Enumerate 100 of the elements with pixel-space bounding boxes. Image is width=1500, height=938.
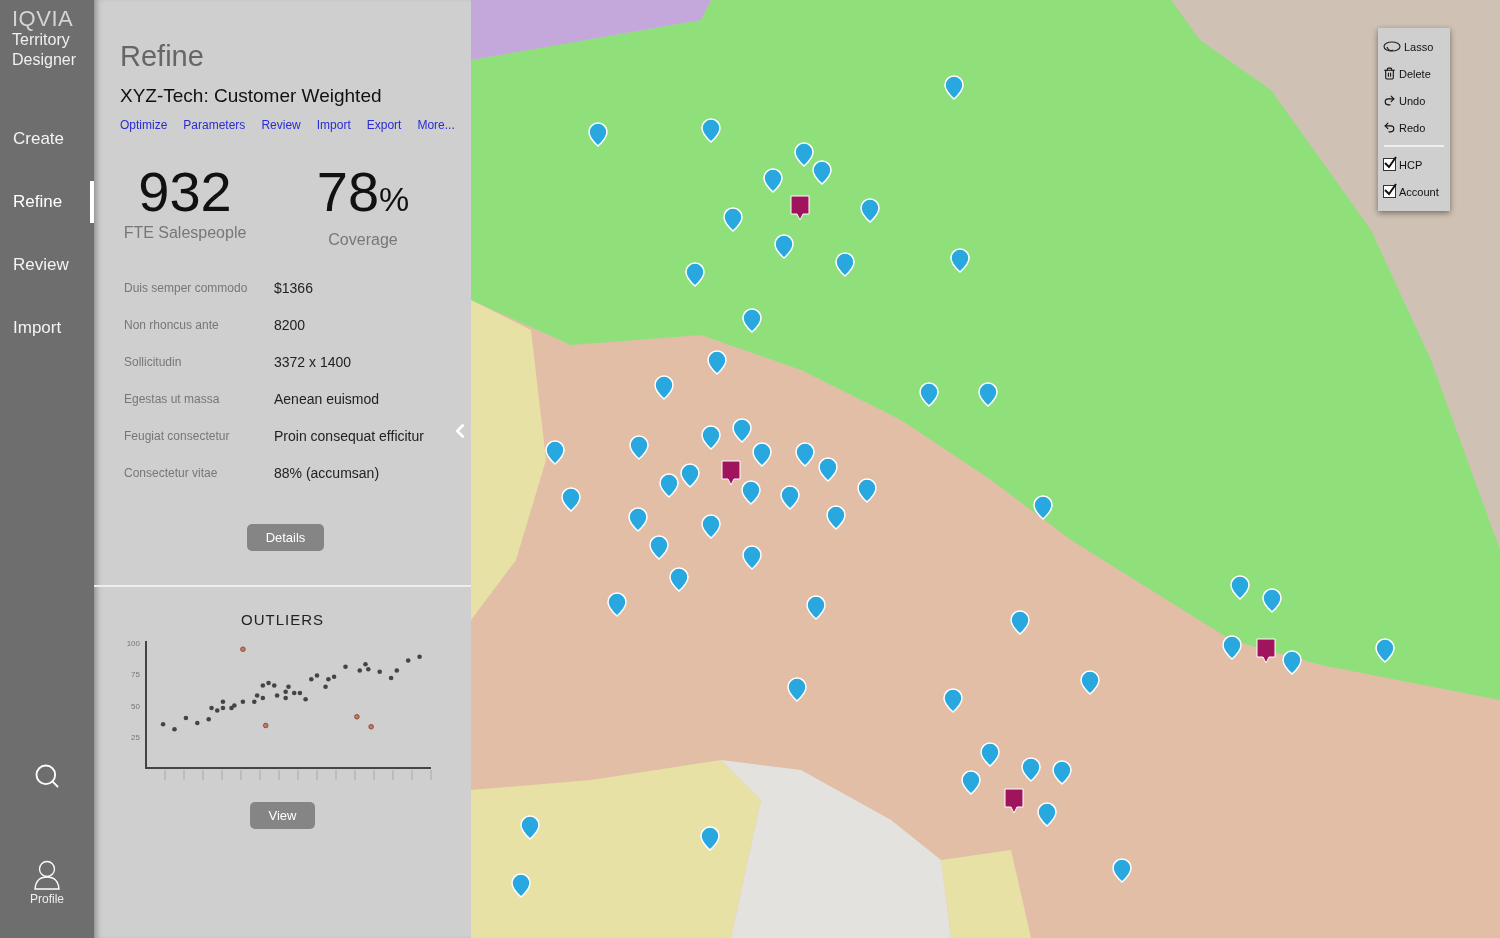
action-link[interactable]: Import	[316, 118, 351, 132]
detail-value: Aenean euismod	[274, 390, 381, 409]
map-pin-icon[interactable]	[700, 826, 720, 851]
map-pin-icon[interactable]	[588, 122, 608, 147]
map-pin-icon[interactable]	[944, 75, 964, 100]
map-pin-icon[interactable]	[1262, 588, 1282, 613]
checkbox-item[interactable]: Account	[1378, 178, 1450, 205]
stat-value: 78%	[316, 162, 410, 225]
map-pin-icon[interactable]	[1282, 650, 1302, 675]
detail-value: 8200	[274, 316, 307, 335]
map-pin-icon[interactable]	[787, 677, 807, 702]
profile-button[interactable]: Profile	[30, 860, 64, 906]
map-pin-icon[interactable]	[961, 770, 981, 795]
map-pin-icon[interactable]	[511, 873, 531, 898]
map-pin-icon[interactable]	[742, 308, 762, 333]
map-pin-icon[interactable]	[732, 418, 752, 443]
map-pin-icon[interactable]	[669, 567, 689, 592]
trash-icon	[1383, 67, 1396, 80]
action-link[interactable]: Export	[366, 118, 402, 132]
detail-value: 3372 x 1400	[274, 353, 353, 372]
search-icon[interactable]	[33, 762, 61, 790]
detail-label: Non rhoncus ante	[124, 317, 220, 334]
map-pin-icon[interactable]	[1037, 802, 1057, 827]
checkbox[interactable]	[1383, 158, 1396, 171]
nav-item[interactable]: Review	[0, 244, 94, 286]
panel-title: Refine	[120, 40, 205, 73]
map-pin-icon[interactable]	[561, 487, 581, 512]
map-pin-icon[interactable]	[545, 440, 565, 465]
chart-title: OUTLIERS	[241, 611, 324, 628]
stat-value: 932	[138, 162, 232, 222]
office-marker-icon[interactable]	[1004, 788, 1024, 814]
office-marker-icon[interactable]	[790, 195, 810, 221]
office-marker-icon[interactable]	[721, 460, 741, 486]
lasso-icon	[1383, 40, 1401, 53]
map-pin-icon[interactable]	[659, 473, 679, 498]
map-pin-icon[interactable]	[1010, 610, 1030, 635]
stat-label: FTE Salespeople	[123, 224, 247, 242]
map-pin-icon[interactable]	[978, 382, 998, 407]
map-pin-icon[interactable]	[763, 168, 783, 193]
action-link[interactable]: Review	[261, 118, 301, 132]
details-button[interactable]: Details	[246, 524, 325, 551]
tool-button[interactable]: Delete	[1378, 60, 1450, 87]
map-pin-icon[interactable]	[812, 160, 832, 185]
nav-item[interactable]: Create	[0, 118, 94, 160]
map-pin-icon[interactable]	[943, 688, 963, 713]
map-pin-icon[interactable]	[980, 742, 1000, 767]
map-pin-icon[interactable]	[628, 507, 648, 532]
view-button[interactable]: View	[249, 802, 316, 829]
map-pin-icon[interactable]	[780, 485, 800, 510]
map-pin-icon[interactable]	[794, 142, 814, 167]
logo: IQVIA	[12, 8, 75, 30]
map-pin-icon[interactable]	[723, 207, 743, 232]
action-link[interactable]: More...	[417, 118, 455, 132]
map-pin-icon[interactable]	[707, 350, 727, 375]
axis-tick-label: 75	[131, 670, 140, 680]
map-pin-icon[interactable]	[742, 545, 762, 570]
map-pin-icon[interactable]	[654, 375, 674, 400]
map-pin-icon[interactable]	[741, 480, 761, 505]
map-pin-icon[interactable]	[607, 592, 627, 617]
map-pin-icon[interactable]	[818, 457, 838, 482]
detail-label: Consectetur vitae	[124, 465, 219, 482]
checkbox[interactable]	[1383, 185, 1396, 198]
map-pin-icon[interactable]	[1222, 635, 1242, 660]
map-pin-icon[interactable]	[950, 248, 970, 273]
map-pin-icon[interactable]	[701, 425, 721, 450]
action-link[interactable]: Parameters	[183, 118, 246, 132]
map-pin-icon[interactable]	[835, 252, 855, 277]
checkbox-item[interactable]: HCP	[1378, 151, 1450, 178]
map-pin-icon[interactable]	[857, 478, 877, 503]
map-pin-icon[interactable]	[1230, 575, 1250, 600]
map-pin-icon[interactable]	[752, 442, 772, 467]
tool-button[interactable]: Undo	[1378, 87, 1450, 114]
action-link[interactable]: Optimize	[120, 118, 168, 132]
tool-button[interactable]: Lasso	[1378, 33, 1450, 60]
map-pin-icon[interactable]	[649, 535, 669, 560]
map-pin-icon[interactable]	[520, 815, 540, 840]
map-pin-icon[interactable]	[1375, 638, 1395, 663]
map-pin-icon[interactable]	[826, 505, 846, 530]
map-pin-icon[interactable]	[701, 118, 721, 143]
map-pin-icon[interactable]	[1052, 760, 1072, 785]
axis-tick-label: 25	[131, 732, 140, 742]
map-pin-icon[interactable]	[860, 198, 880, 223]
map-pin-icon[interactable]	[680, 463, 700, 488]
map-pin-icon[interactable]	[685, 262, 705, 287]
map-pin-icon[interactable]	[629, 435, 649, 460]
map-pin-icon[interactable]	[1021, 757, 1041, 782]
axis-tick-label: 100	[126, 639, 140, 648]
nav-item[interactable]: Import	[0, 307, 94, 349]
map-pin-icon[interactable]	[806, 595, 826, 620]
map-pin-icon[interactable]	[1112, 858, 1132, 883]
stat-label: Coverage	[328, 231, 398, 249]
map-pin-icon[interactable]	[774, 234, 794, 259]
map-pin-icon[interactable]	[919, 382, 939, 407]
map-pin-icon[interactable]	[701, 514, 721, 539]
map-pin-icon[interactable]	[1080, 670, 1100, 695]
map-pin-icon[interactable]	[1033, 495, 1053, 520]
detail-value: $1366	[274, 279, 314, 298]
map-pin-icon[interactable]	[795, 442, 815, 467]
office-marker-icon[interactable]	[1256, 638, 1276, 664]
tool-button[interactable]: Redo	[1378, 114, 1450, 141]
